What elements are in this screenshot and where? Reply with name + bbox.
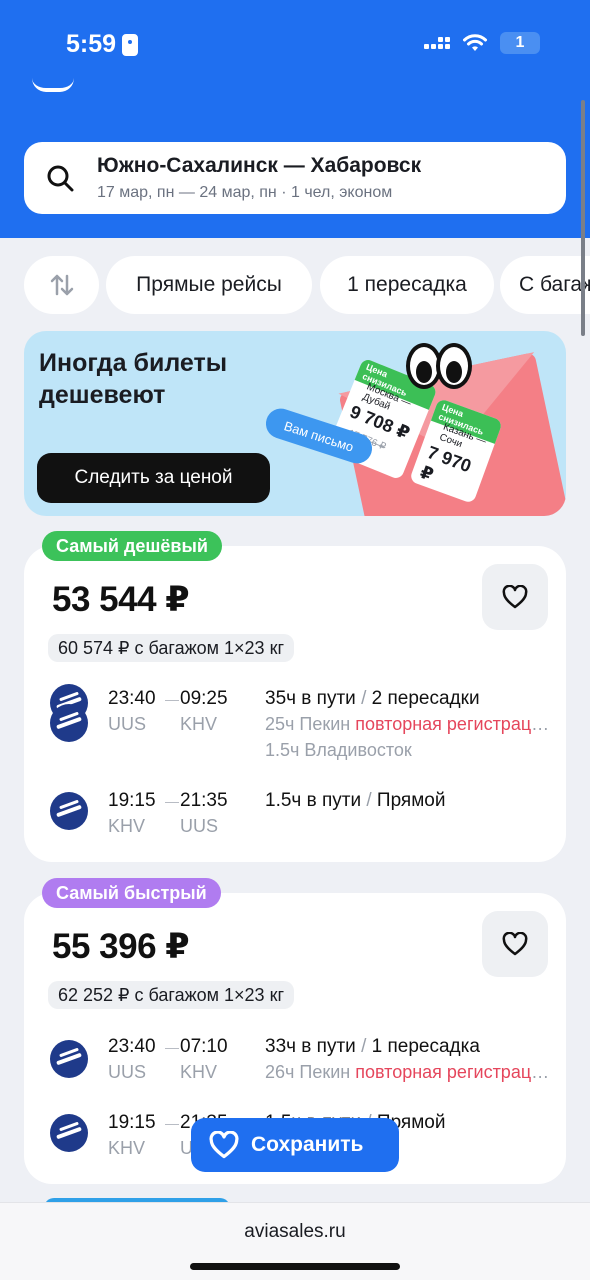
departure-airport: KHV [108,816,146,836]
recheck-warning: повторная регистрация [355,1062,550,1082]
save-label: Сохранить [251,1133,364,1156]
status-time: 5:59 [66,30,139,59]
heart-icon [209,1131,239,1159]
arrival-time: 07:10 [180,1036,228,1057]
duration-info: 35ч в пути / 2 пересадки [265,688,480,709]
duration-label: 33ч в пути [265,1036,356,1057]
stop-duration: 25ч Пекин [265,714,351,734]
duration-label: 35ч в пути [265,688,356,709]
status-icons: 1 [424,32,540,54]
scrollbar[interactable] [581,100,585,336]
duration-info: 1.5ч в пути / Прямой [265,790,446,811]
arrival-airport: KHV [180,1062,218,1082]
favorite-button[interactable] [482,564,548,630]
banner-title: Иногда билеты дешевеют [39,349,228,409]
departure-airport: KHV [108,1138,146,1158]
stop-info: 1.5ч Владивосток [265,740,412,760]
search-summary[interactable]: Южно-Сахалинск — Хабаровск 17 мар, пн — … [24,142,566,214]
fastest-badge: Самый быстрый [42,878,221,908]
duration-info: 33ч в пути / 1 пересадка [265,1036,480,1057]
stop-duration: 26ч Пекин [265,1062,351,1082]
recheck-warning: повторная регистрация [355,714,550,734]
ticket-price: 53 544 ₽ [52,580,190,619]
baggage-price: 60 574 ₽ с багажом 1×23 кг [48,634,295,662]
stop-info: 26ч Пекин повторная регистрация [265,1062,550,1083]
departure-time: 23:40 [108,1036,156,1057]
battery-icon: 1 [500,32,540,54]
cellular-signal-icon [424,37,450,49]
filter-baggage[interactable]: С багажом [500,256,590,314]
airline-logo-icon [50,704,88,742]
departure-airport: UUS [108,714,147,734]
eyes-illustration [406,343,472,389]
search-details: 17 мар, пн — 24 мар, пн · 1 чел, эконом [97,184,393,201]
clock-label: 5:59 [66,30,117,58]
heart-icon [502,932,528,956]
status-bar: 5:59 1 [0,0,590,90]
save-search-button[interactable]: Сохранить [191,1118,399,1172]
transfers-label: 2 пересадки [371,688,480,709]
time-separator [165,1048,179,1049]
favorite-button[interactable] [482,911,548,977]
time-separator [165,700,179,701]
transfers-label: Прямой [376,790,446,811]
time-separator [165,1124,179,1125]
airline-logo-icon [50,792,88,830]
transfers-label: 1 пересадка [371,1036,480,1057]
heart-icon [502,585,528,609]
baggage-price: 62 252 ₽ с багажом 1×23 кг [48,981,295,1009]
route-title: Южно-Сахалинск — Хабаровск [97,154,422,177]
departure-time: 23:40 [108,688,156,709]
browser-bar: aviasales.ru [0,1202,590,1280]
departure-time: 19:15 [108,1112,156,1133]
sort-button[interactable] [24,256,99,314]
cheapest-badge: Самый дешёвый [42,531,222,561]
time-separator [165,802,179,803]
price-alert-banner[interactable]: Иногда билеты дешевеют Цена снизилась Мо… [24,331,566,516]
arrival-airport: KHV [180,714,218,734]
arrival-time: 09:25 [180,688,228,709]
arrival-airport: UUS [180,816,219,836]
sort-arrows-icon [50,274,73,296]
stop-info: 25ч Пекин повторная регистрация [265,714,550,735]
home-indicator[interactable] [190,1263,400,1270]
filter-bar: Прямые рейсы 1 пересадка С багажом [24,256,590,314]
ticket-card[interactable]: 53 544 ₽ 60 574 ₽ с багажом 1×23 кг 23:4… [24,546,566,862]
eye-icon [436,343,472,389]
app-header: 5:59 1 Южно-Сахалинск — Хабаровск 17 мар… [0,0,590,238]
airline-logo-icon [50,1040,88,1078]
wifi-icon [463,34,487,51]
filter-one-transfer[interactable]: 1 пересадка [320,256,494,314]
filter-direct[interactable]: Прямые рейсы [106,256,312,314]
departure-airport: UUS [108,1062,147,1082]
track-price-button[interactable]: Следить за ценой [37,453,270,503]
url-label[interactable]: aviasales.ru [0,1221,590,1243]
ticket-price: 55 396 ₽ [52,927,190,966]
search-icon [47,165,74,192]
departure-time: 19:15 [108,790,156,811]
duration-label: 1.5ч в пути [265,790,362,811]
contact-card-icon [122,33,139,56]
arrival-time: 21:35 [180,790,228,811]
airline-logo-icon [50,1114,88,1152]
